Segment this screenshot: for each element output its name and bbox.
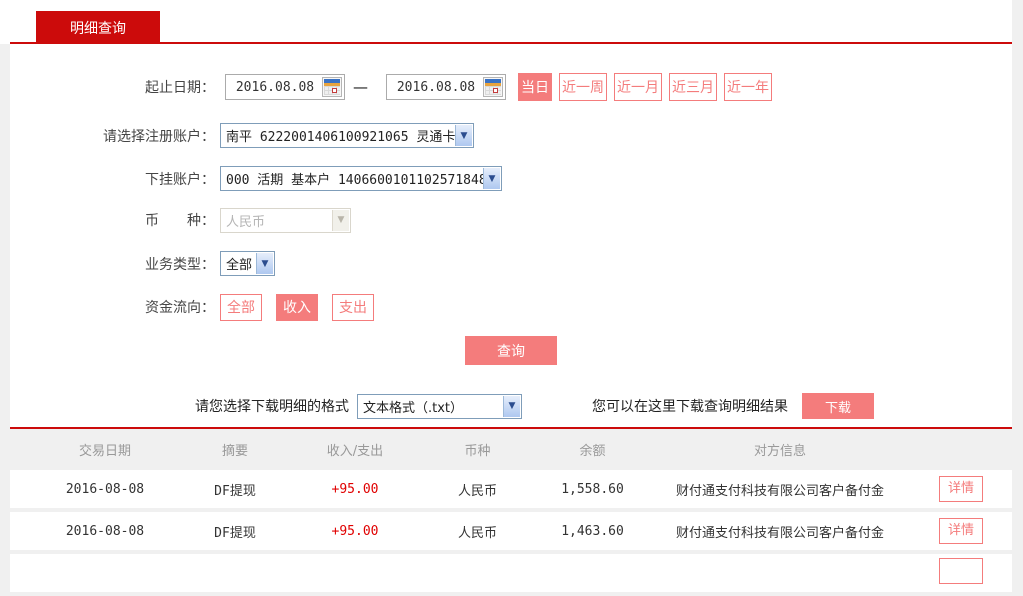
detail-button[interactable]	[939, 558, 983, 584]
sub-account-select[interactable]: 000 活期 基本户 1406600101102571848 ▼	[220, 166, 502, 191]
date-range-row: 起止日期： 2016.08.08 — 2016.08.08 当日 近一周 近一月…	[10, 73, 1012, 101]
download-format-value: 文本格式（.txt）	[363, 400, 464, 416]
quick-range-quarter-button[interactable]: 近三月	[669, 73, 717, 101]
chevron-down-icon: ▼	[332, 209, 349, 231]
business-type-row: 业务类型： 全部 ▼	[10, 251, 1012, 276]
header-trade-date: 交易日期	[78, 444, 131, 459]
cell-balance: 1,463.60	[561, 523, 624, 539]
register-account-label: 请选择注册账户：	[103, 128, 215, 145]
fund-flow-row: 资金流向： 全部 收入 支出	[10, 293, 1012, 321]
start-date-input[interactable]: 2016.08.08	[225, 74, 345, 100]
chevron-down-icon: ▼	[483, 168, 500, 189]
currency-label: 币 种：	[145, 213, 215, 229]
register-account-value: 南平 6222001406100921065 灵通卡	[226, 130, 456, 145]
cell-counterparty: 财付通支付科技有限公司客户备付金	[675, 483, 884, 499]
query-button-row: 查询	[10, 336, 1012, 365]
business-type-label: 业务类型：	[145, 256, 215, 273]
tab-label: 明细查询	[70, 20, 126, 37]
table-row: 2016-08-08 DF提现 +95.00 人民币 1,463.60 财付通支…	[10, 512, 1012, 550]
header-summary: 摘要	[221, 444, 248, 459]
table-row: 2016-08-08 DF提现 +95.00 人民币 1,558.60 财付通支…	[10, 470, 1012, 508]
chevron-down-icon: ▼	[455, 125, 472, 146]
header-currency: 币种	[464, 444, 491, 459]
download-format-label: 请您选择下载明细的格式	[195, 399, 349, 415]
cell-currency: 人民币	[457, 483, 497, 499]
cell-summary: DF提现	[214, 483, 256, 499]
currency-row: 币 种： 人民币 ▼	[10, 207, 1012, 233]
sub-account-value: 000 活期 基本户 1406600101102571848	[226, 173, 487, 188]
sub-account-label: 下挂账户：	[145, 171, 215, 188]
chevron-down-icon: ▼	[256, 253, 273, 274]
register-account-select[interactable]: 南平 6222001406100921065 灵通卡 ▼	[220, 123, 474, 148]
tab-bar: 明细查询	[0, 0, 1012, 44]
cell-trade-date: 2016-08-08	[65, 523, 145, 539]
currency-value: 人民币	[226, 214, 266, 230]
query-form-panel: 起止日期： 2016.08.08 — 2016.08.08 当日 近一周 近一月…	[10, 44, 1012, 427]
quick-range-today-button[interactable]: 当日	[518, 73, 552, 101]
table-header-row: 交易日期 摘要 收入/支出 币种 余额 对方信息	[10, 429, 1012, 470]
table-body: 2016-08-08 DF提现 +95.00 人民币 1,558.60 财付通支…	[10, 470, 1012, 596]
tab-detail-query[interactable]: 明细查询	[36, 11, 160, 44]
cell-balance: 1,558.60	[561, 481, 624, 497]
calendar-icon[interactable]	[483, 77, 503, 97]
cell-amount: +95.00	[331, 523, 379, 539]
download-button[interactable]: 下载	[802, 393, 874, 419]
fund-flow-label: 资金流向：	[145, 300, 215, 316]
quick-range-year-button[interactable]: 近一年	[724, 73, 772, 101]
cell-summary: DF提现	[214, 525, 256, 541]
cell-counterparty: 财付通支付科技有限公司客户备付金	[675, 525, 884, 541]
calendar-icon[interactable]	[322, 77, 342, 97]
sub-account-row: 下挂账户： 000 活期 基本户 1406600101102571848 ▼	[10, 166, 1012, 191]
query-button[interactable]: 查询	[465, 336, 557, 365]
calendar-day-marker	[493, 88, 498, 93]
cell-amount: +95.00	[331, 481, 379, 497]
business-type-select[interactable]: 全部 ▼	[220, 251, 275, 276]
download-format-select[interactable]: 文本格式（.txt） ▼	[357, 393, 522, 419]
register-account-row: 请选择注册账户： 南平 6222001406100921065 灵通卡 ▼	[10, 123, 1012, 148]
currency-select: 人民币 ▼	[220, 207, 351, 233]
cell-trade-date: 2016-08-08	[65, 481, 145, 497]
header-income-expense: 收入/支出	[326, 444, 384, 459]
header-counterparty: 对方信息	[753, 444, 806, 459]
fund-flow-all-button[interactable]: 全部	[220, 293, 262, 321]
quick-range-week-button[interactable]: 近一周	[559, 73, 607, 101]
detail-button[interactable]: 详情	[939, 518, 983, 544]
download-hint-text: 您可以在这里下载查询明细结果	[592, 399, 788, 415]
quick-range-month-button[interactable]: 近一月	[614, 73, 662, 101]
end-date-input[interactable]: 2016.08.08	[386, 74, 506, 100]
detail-button[interactable]: 详情	[939, 476, 983, 502]
fund-flow-income-button[interactable]: 收入	[276, 293, 318, 321]
download-row: 请您选择下载明细的格式 文本格式（.txt） ▼ 您可以在这里下载查询明细结果 …	[10, 393, 1012, 419]
calendar-day-marker	[332, 88, 337, 93]
date-separator: —	[353, 78, 368, 96]
date-range-label: 起止日期：	[145, 80, 215, 96]
header-balance: 余额	[579, 444, 606, 459]
fund-flow-expense-button[interactable]: 支出	[332, 293, 374, 321]
cell-currency: 人民币	[457, 525, 497, 541]
chevron-down-icon: ▼	[503, 395, 520, 417]
